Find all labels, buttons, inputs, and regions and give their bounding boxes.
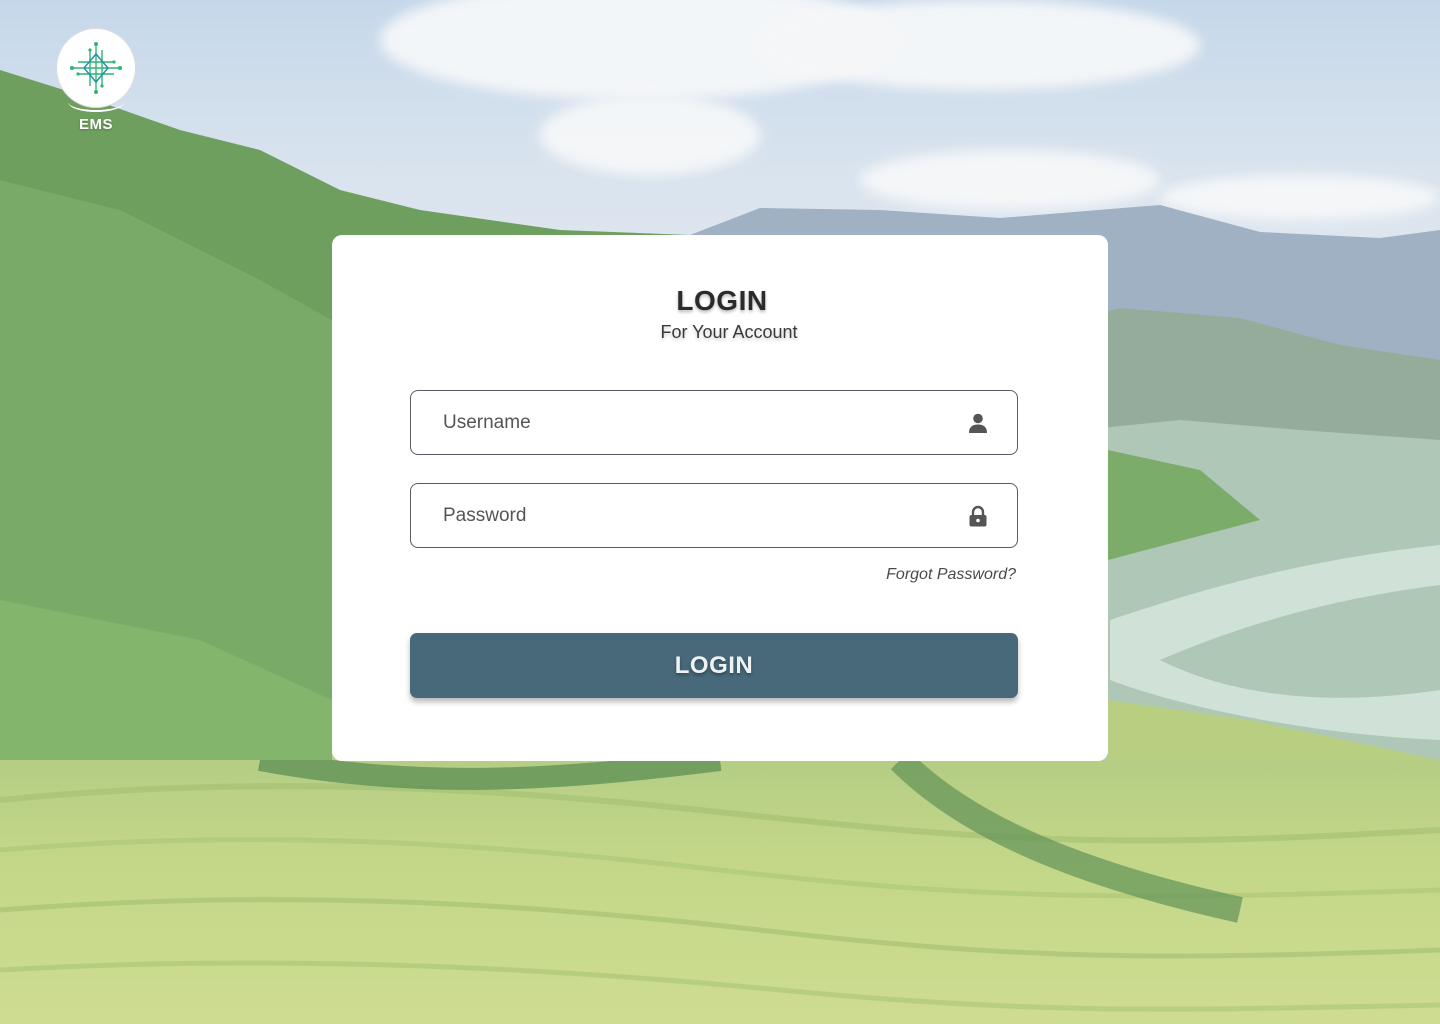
username-field[interactable] [410, 390, 1018, 455]
lock-icon [969, 505, 987, 527]
password-field[interactable] [410, 483, 1018, 548]
forgot-password-link[interactable]: Forgot Password? [410, 566, 1016, 584]
login-card: LOGIN For Your Account Forgot Password? … [332, 235, 1108, 761]
login-button[interactable]: LOGIN [410, 633, 1018, 698]
login-subtitle: For Your Account [660, 322, 798, 342]
username-input[interactable] [443, 391, 943, 454]
user-icon [969, 413, 987, 433]
password-input[interactable] [443, 484, 943, 547]
login-title: LOGIN [676, 285, 768, 316]
logo-text: EMS [78, 116, 113, 133]
logo-arc [68, 92, 124, 112]
app-logo[interactable]: EMS [56, 28, 136, 138]
network-circuit-icon [70, 42, 122, 94]
